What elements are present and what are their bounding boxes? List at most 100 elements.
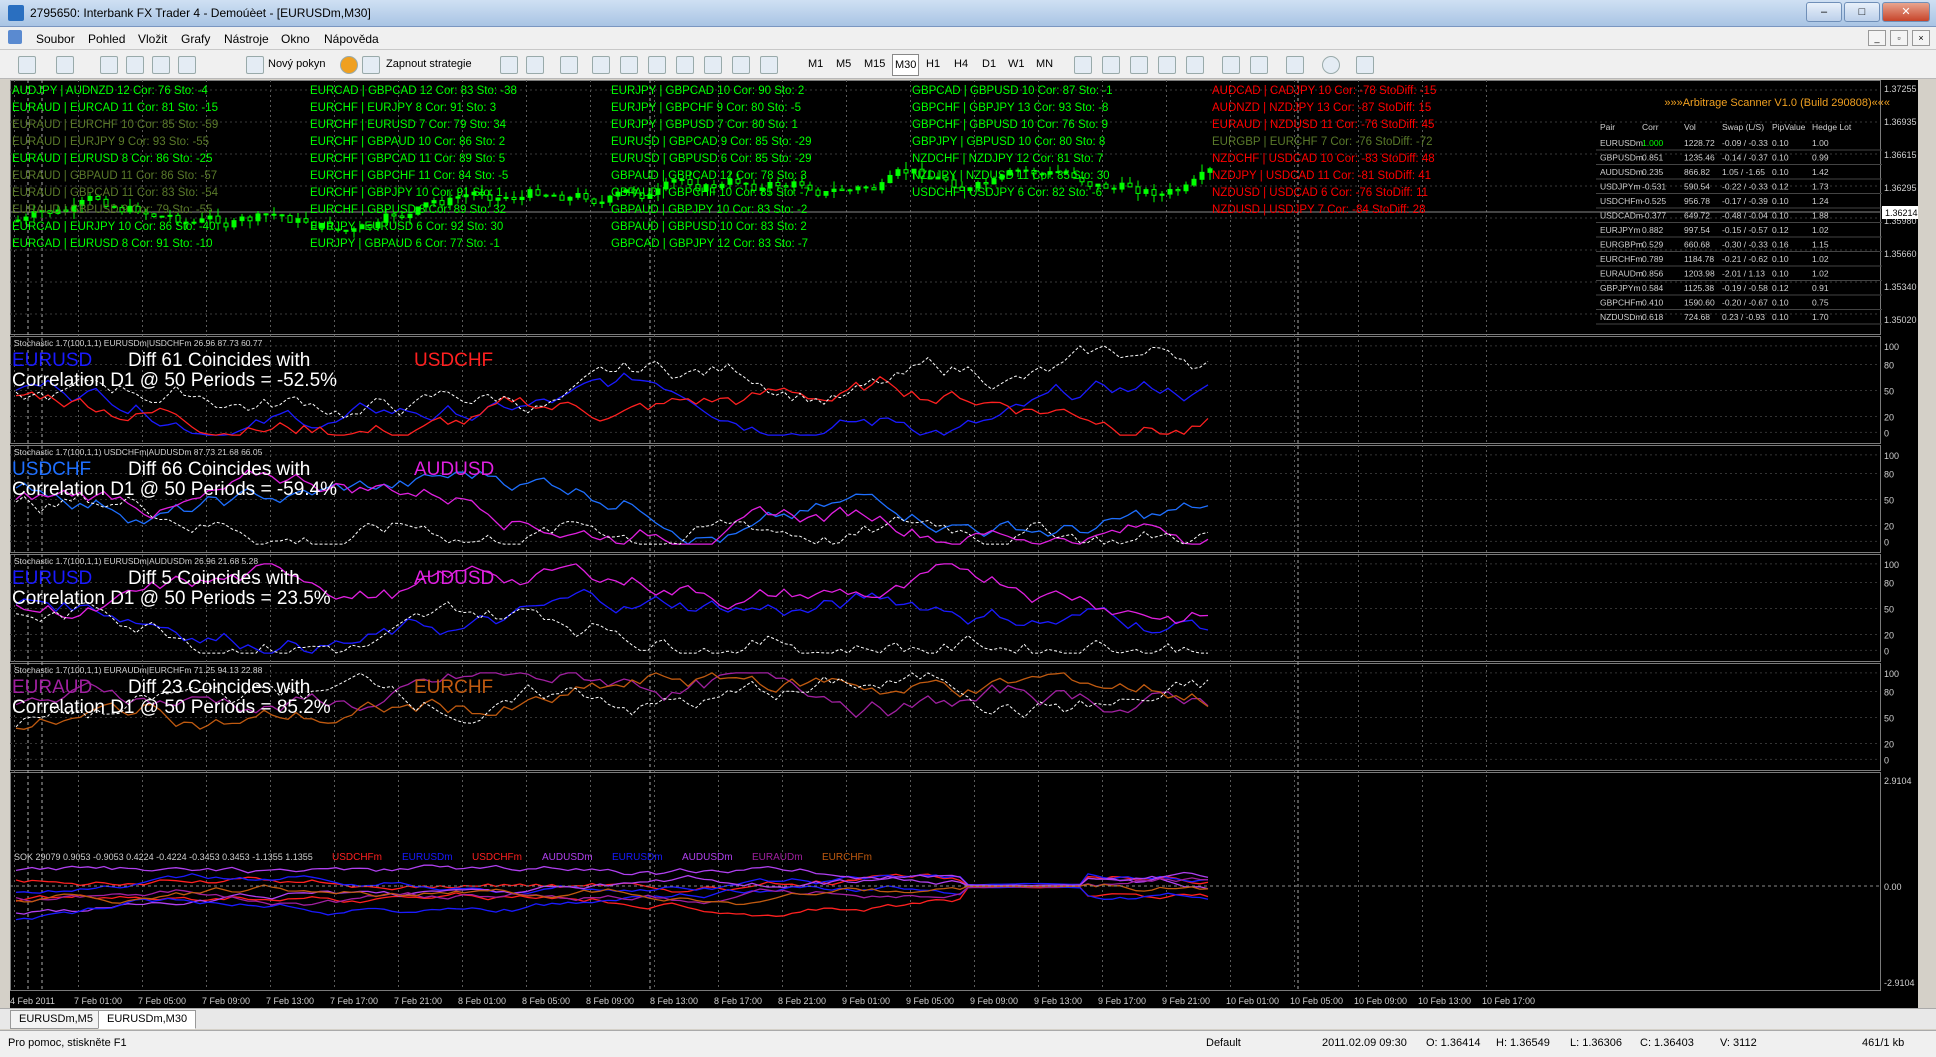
menu-file[interactable]: Soubor xyxy=(36,32,75,46)
scanner-cell: 0.10 xyxy=(1772,196,1789,206)
expert-advisors-button[interactable]: Zapnout strategie xyxy=(386,54,472,74)
subwindow-header: Stochastic 1.7(100,1,1) EURUSDm|AUDUSDm … xyxy=(14,556,258,566)
fibonacci-icon[interactable] xyxy=(676,56,694,74)
profiles-icon[interactable] xyxy=(56,56,74,74)
scanner-cell: 590.54 xyxy=(1684,182,1710,192)
templates-icon[interactable] xyxy=(1356,56,1374,74)
scanner-cell: 1.02 xyxy=(1812,225,1829,235)
candle-body xyxy=(839,188,845,192)
timeframe-h1[interactable]: H1 xyxy=(926,54,940,74)
line-chart-icon[interactable] xyxy=(1130,56,1148,74)
scanner-cell: 660.68 xyxy=(1684,240,1710,250)
menu-tools[interactable]: Nástroje xyxy=(224,32,269,46)
equidistant-channel-icon[interactable] xyxy=(648,56,666,74)
scanner-cell: 0.75 xyxy=(1812,298,1829,308)
time-tick: 7 Feb 13:00 xyxy=(266,996,314,1006)
autotrading-icon[interactable] xyxy=(362,56,380,74)
scanner-cell: USDJPYm xyxy=(1600,182,1641,192)
market-watch-icon[interactable] xyxy=(100,56,118,74)
menu-charts[interactable]: Grafy xyxy=(181,32,210,46)
mdi-restore-button[interactable]: ▫ xyxy=(1890,30,1908,46)
new-chart-icon[interactable] xyxy=(18,56,36,74)
time-tick: 8 Feb 17:00 xyxy=(714,996,762,1006)
pair-row: GBPCAD | GBPJPY 12 Cor: 83 Sto: -7 xyxy=(611,238,808,250)
symbol1-label: EURUSD xyxy=(12,350,92,371)
pair-row: EURJPY | GBPCHF 9 Cor: 80 Sto: -5 xyxy=(611,102,801,114)
price-tick: 1.36935 xyxy=(1884,117,1917,127)
timeframe-m5[interactable]: M5 xyxy=(836,54,851,74)
maximize-button[interactable]: □ xyxy=(1844,2,1880,22)
tab-eurusd-m5[interactable]: EURUSDm,M5 xyxy=(10,1010,102,1029)
stochastic-axis-tick: 0 xyxy=(1884,537,1889,547)
new-order-button[interactable]: Nový pokyn xyxy=(268,54,325,74)
time-tick: 10 Feb 01:00 xyxy=(1226,996,1279,1006)
crosshair-icon[interactable] xyxy=(526,56,544,74)
candle-body xyxy=(831,188,837,193)
scanner-cell: 0.410 xyxy=(1642,298,1664,308)
scanner-cell: 956.78 xyxy=(1684,196,1710,206)
cursor-icon[interactable] xyxy=(500,56,518,74)
timeframe-m30[interactable]: M30 xyxy=(892,54,920,76)
sok-legend-item: EURUSDm xyxy=(402,852,453,863)
close-button[interactable]: ✕ xyxy=(1882,2,1930,22)
menu-help[interactable]: Nápověda xyxy=(324,32,379,46)
timeframe-w1[interactable]: W1 xyxy=(1008,54,1025,74)
scanner-cell: 0.10 xyxy=(1772,254,1789,264)
sok-legend-item: AUDUSDm xyxy=(542,852,593,863)
bar-chart-icon[interactable] xyxy=(1074,56,1092,74)
menu-window[interactable]: Okno xyxy=(281,32,310,46)
candle-body xyxy=(1151,189,1157,196)
indicators-icon[interactable] xyxy=(1286,56,1304,74)
pair-row: NZDJPY | NZDUSD 11 Cor: 85 Sto: 30 xyxy=(912,170,1110,182)
time-tick: 9 Feb 01:00 xyxy=(842,996,890,1006)
chart-window[interactable]: AUDJPY | AUDNZD 12 Cor: 76 Sto: -4 EURAUD… xyxy=(10,80,1918,1010)
expert-icon[interactable] xyxy=(340,56,358,74)
candle-body xyxy=(1111,187,1117,190)
document-icon[interactable] xyxy=(8,30,22,44)
text-icon[interactable] xyxy=(704,56,722,74)
pair-row: EURCHF | EURJPY 8 Cor: 91 Sto: 3 xyxy=(310,102,496,114)
menu-view[interactable]: Pohled xyxy=(88,32,125,46)
time-tick: 9 Feb 21:00 xyxy=(1162,996,1210,1006)
candle-body xyxy=(503,196,509,199)
timeframe-mn[interactable]: MN xyxy=(1036,54,1053,74)
terminal-icon[interactable] xyxy=(178,56,196,74)
trendline-icon[interactable] xyxy=(620,56,638,74)
scanner-cell: 1.70 xyxy=(1812,312,1829,322)
stochastic-axis-tick: 50 xyxy=(1884,496,1894,506)
vertical-line-icon[interactable] xyxy=(560,56,578,74)
data-window-icon[interactable] xyxy=(126,56,144,74)
price-tick: 1.36295 xyxy=(1884,183,1917,193)
tab-eurusd-m30[interactable]: EURUSDm,M30 xyxy=(98,1010,197,1029)
text-label-icon[interactable] xyxy=(732,56,750,74)
timeframe-m1[interactable]: M1 xyxy=(808,54,823,74)
horizontal-line-icon[interactable] xyxy=(592,56,610,74)
symbol2-label: USDCHF xyxy=(414,350,493,371)
stochastic-axis-tick: 50 xyxy=(1884,387,1894,397)
timeframe-d1[interactable]: D1 xyxy=(982,54,996,74)
zoom-out-icon[interactable] xyxy=(1186,56,1204,74)
chart-shift-icon[interactable] xyxy=(1250,56,1268,74)
mdi-minimize-button[interactable]: _ xyxy=(1868,30,1886,46)
candle-body xyxy=(1175,188,1181,192)
autoscroll-icon[interactable] xyxy=(1222,56,1240,74)
subwindow-header: Stochastic 1.7(100,1,1) EURAUDm|EURCHFm … xyxy=(14,665,263,675)
time-tick: 10 Feb 17:00 xyxy=(1482,996,1535,1006)
mdi-close-button[interactable]: × xyxy=(1912,30,1930,46)
scanner-cell: 1.05 / -1.65 xyxy=(1722,167,1765,177)
new-order-icon[interactable] xyxy=(246,56,264,74)
candlestick-icon[interactable] xyxy=(1102,56,1120,74)
menu-insert[interactable]: Vložit xyxy=(138,32,167,46)
time-tick: 9 Feb 05:00 xyxy=(906,996,954,1006)
navigator-icon[interactable] xyxy=(152,56,170,74)
periods-icon[interactable] xyxy=(1322,56,1340,74)
scanner-cell: NZDUSDm xyxy=(1600,312,1643,322)
chart-canvas[interactable]: AUDJPY | AUDNZD 12 Cor: 76 Sto: -4 EURAUD… xyxy=(10,80,1918,1010)
zoom-in-icon[interactable] xyxy=(1158,56,1176,74)
arrows-icon[interactable] xyxy=(760,56,778,74)
time-tick: 9 Feb 13:00 xyxy=(1034,996,1082,1006)
minimize-button[interactable]: – xyxy=(1806,2,1842,22)
scanner-cell: -0.21 / -0.62 xyxy=(1722,254,1768,264)
timeframe-h4[interactable]: H4 xyxy=(954,54,968,74)
timeframe-m15[interactable]: M15 xyxy=(864,54,885,74)
